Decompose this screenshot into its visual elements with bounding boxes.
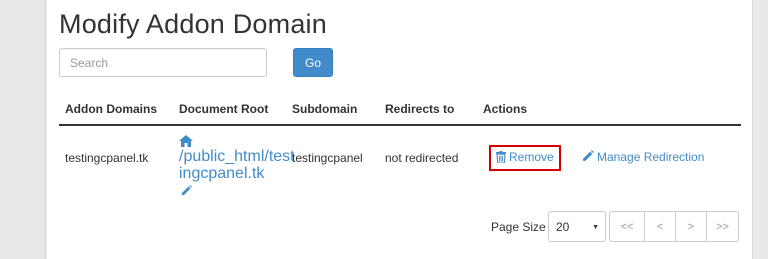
right-scrollbar[interactable] [752,0,768,259]
addon-domain-cell: testingcpanel.tk [65,151,149,165]
col-header-subdomain: Subdomain [292,102,358,116]
trash-icon [496,151,506,163]
last-page-button[interactable]: >> [706,211,739,242]
page-size-label: Page Size [491,220,546,234]
search-input[interactable] [59,48,267,77]
prev-page-button[interactable]: < [644,211,676,242]
home-icon[interactable] [179,135,193,147]
main-panel: Modify Addon Domain Go Addon Domains Doc… [47,0,752,259]
document-root-cell: /public_html/test ingcpanel.tk [179,135,295,199]
col-header-redirects-to: Redirects to [385,102,455,116]
chevron-down-icon: ▼ [592,224,599,231]
manage-redirection-link[interactable]: Manage Redirection [582,150,704,164]
table-row: testingcpanel.tk /public_html/test ingcp… [59,127,741,195]
subdomain-cell: testingcpanel [292,151,363,165]
page-size-value: 20 [556,220,570,234]
edit-pencil-icon[interactable] [181,185,192,196]
col-header-addon-domains: Addon Domains [65,102,157,116]
redirects-cell: not redirected [385,151,459,165]
docroot-line-1: /public_html/test [179,148,295,165]
page-title: Modify Addon Domain [59,9,327,39]
docroot-line-2: ingcpanel.tk [179,165,265,182]
page-size-select[interactable]: 20 ▼ [548,211,606,242]
remove-label: Remove [509,150,554,164]
col-header-document-root: Document Root [179,102,269,116]
pagination: << < > >> [609,211,739,242]
first-page-button[interactable]: << [609,211,645,242]
left-gutter [0,0,46,259]
remove-highlight-box: Remove [489,145,561,171]
remove-link[interactable]: Remove [496,150,554,164]
go-button[interactable]: Go [293,48,333,77]
pencil-icon [583,150,594,161]
table-header: Addon Domains Document Root Subdomain Re… [59,94,741,126]
col-header-actions: Actions [483,102,528,116]
next-page-button[interactable]: > [675,211,707,242]
manage-redirection-label: Manage Redirection [597,150,705,164]
document-root-link[interactable]: /public_html/test ingcpanel.tk [179,148,295,182]
